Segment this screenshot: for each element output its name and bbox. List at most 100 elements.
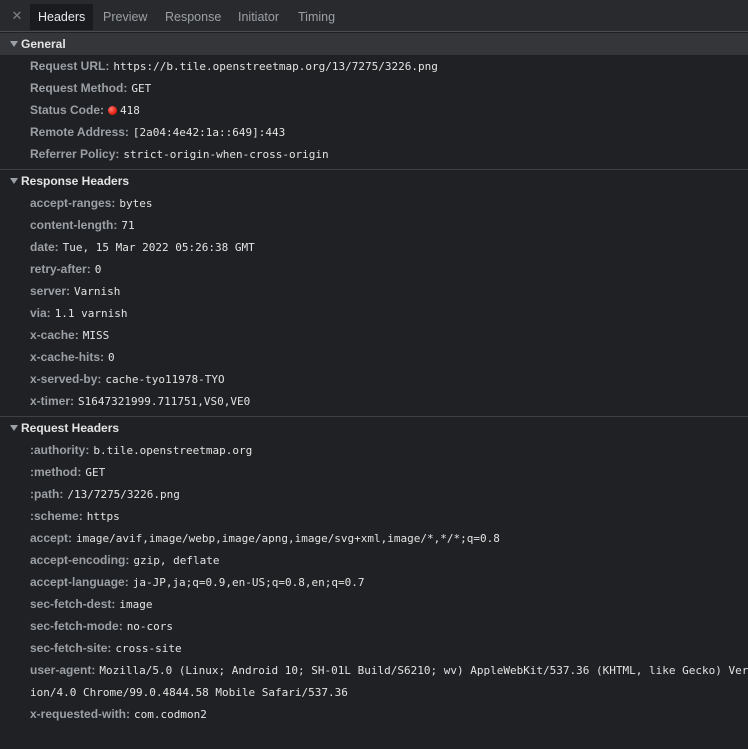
header-row: x-served-by: cache-tyo11978-TYO bbox=[0, 368, 748, 390]
header-row-x-requested-with: x-requested-with: com.codmon2 bbox=[0, 703, 748, 725]
header-value[interactable]: image bbox=[119, 598, 152, 611]
header-row: sec-fetch-mode: no-cors bbox=[0, 615, 748, 637]
header-row: retry-after: 0 bbox=[0, 258, 748, 280]
header-value[interactable]: GET bbox=[85, 466, 105, 479]
request-headers-section-header[interactable]: Request Headers bbox=[0, 417, 748, 439]
header-value[interactable]: /13/7275/3226.png bbox=[67, 488, 180, 501]
header-value[interactable]: 1.1 varnish bbox=[55, 307, 128, 320]
header-value[interactable]: https bbox=[87, 510, 120, 523]
general-row-remote-address: Remote Address: [2a04:4e42:1a::649]:443 bbox=[0, 121, 748, 143]
header-name: server: bbox=[30, 284, 71, 298]
request-header-rows: :authority: b.tile.openstreetmap.org :met… bbox=[0, 439, 748, 729]
header-name: Referrer Policy: bbox=[30, 147, 120, 161]
header-name: x-requested-with: bbox=[30, 707, 131, 721]
response-header-rows: accept-ranges: bytes content-length: 71 da… bbox=[0, 192, 748, 416]
triangle-down-icon bbox=[10, 178, 18, 184]
general-row-status-code: Status Code: 418 bbox=[0, 99, 748, 121]
header-name: :method: bbox=[30, 465, 82, 479]
tab-preview[interactable]: Preview bbox=[95, 4, 155, 30]
tab-response[interactable]: Response bbox=[157, 4, 229, 30]
header-name: accept-language: bbox=[30, 575, 129, 589]
header-name: Status Code: bbox=[30, 103, 105, 117]
header-value-continued[interactable]: ion/4.0 Chrome/99.0.4844.58 Mobile Safar… bbox=[30, 686, 348, 699]
header-value[interactable]: GET bbox=[131, 82, 151, 95]
general-row-request-method: Request Method: GET bbox=[0, 77, 748, 99]
header-row: via: 1.1 varnish bbox=[0, 302, 748, 324]
tab-timing[interactable]: Timing bbox=[290, 4, 343, 30]
header-value[interactable]: 0 bbox=[95, 263, 102, 276]
general-section-header[interactable]: General bbox=[0, 33, 748, 55]
header-name: x-served-by: bbox=[30, 372, 102, 386]
header-row: x-timer: S1647321999.711751,VS0,VE0 bbox=[0, 390, 748, 412]
header-row: sec-fetch-site: cross-site bbox=[0, 637, 748, 659]
triangle-down-icon bbox=[10, 425, 18, 431]
header-value[interactable]: cache-tyo11978-TYO bbox=[105, 373, 224, 386]
header-name: accept-ranges: bbox=[30, 196, 116, 210]
header-row: accept-encoding: gzip, deflate bbox=[0, 549, 748, 571]
header-row: accept-language: ja-JP,ja;q=0.9,en-US;q=0… bbox=[0, 571, 748, 593]
response-headers-section-header[interactable]: Response Headers bbox=[0, 170, 748, 192]
request-headers-section: Request Headers :authority: b.tile.openst… bbox=[0, 417, 748, 729]
header-row: :path:/13/7275/3226.png bbox=[0, 483, 748, 505]
header-row: x-cache: MISS bbox=[0, 324, 748, 346]
close-icon[interactable]: ✕ bbox=[10, 9, 24, 23]
header-name: user-agent: bbox=[30, 663, 96, 677]
header-value[interactable]: com.codmon2 bbox=[134, 708, 207, 721]
header-value[interactable]: image/avif,image/webp,image/apng,image/s… bbox=[76, 532, 500, 545]
headers-content: General Request URL: https://b.tile.opens… bbox=[0, 33, 748, 729]
header-name: Request Method: bbox=[30, 81, 128, 95]
header-value[interactable]: [2a04:4e42:1a::649]:443 bbox=[133, 126, 285, 139]
header-row-user-agent-continued: ion/4.0 Chrome/99.0.4844.58 Mobile Safar… bbox=[0, 681, 748, 703]
status-error-icon bbox=[108, 106, 118, 115]
header-name: Request URL: bbox=[30, 59, 110, 73]
header-row-user-agent: user-agent: Mozilla/5.0 (Linux; Android 1… bbox=[0, 659, 748, 681]
tab-bar: ✕ Headers Preview Response Initiator Tim… bbox=[0, 0, 748, 32]
devtools-network-headers-panel: ✕ Headers Preview Response Initiator Tim… bbox=[0, 0, 748, 749]
header-value[interactable]: 418 bbox=[120, 104, 140, 117]
general-section-title: General bbox=[21, 37, 66, 51]
header-row: server: Varnish bbox=[0, 280, 748, 302]
header-row: :authority: b.tile.openstreetmap.org bbox=[0, 439, 748, 461]
header-value[interactable]: 71 bbox=[121, 219, 134, 232]
header-name: :path: bbox=[30, 487, 64, 501]
header-value[interactable]: no-cors bbox=[127, 620, 173, 633]
header-row: accept-ranges: bytes bbox=[0, 192, 748, 214]
header-name: x-cache-hits: bbox=[30, 350, 105, 364]
header-name: accept: bbox=[30, 531, 73, 545]
header-name: Remote Address: bbox=[30, 125, 129, 139]
header-row: x-cache-hits: 0 bbox=[0, 346, 748, 368]
response-headers-section-title: Response Headers bbox=[21, 174, 130, 188]
header-value[interactable]: S1647321999.711751,VS0,VE0 bbox=[78, 395, 250, 408]
header-row: accept: image/avif,image/webp,image/apng,… bbox=[0, 527, 748, 549]
header-value[interactable]: bytes bbox=[119, 197, 152, 210]
request-headers-section-title: Request Headers bbox=[21, 421, 120, 435]
tab-headers[interactable]: Headers bbox=[30, 4, 94, 30]
header-name: :scheme: bbox=[30, 509, 83, 523]
header-name: date: bbox=[30, 240, 59, 254]
header-value[interactable]: b.tile.openstreetmap.org bbox=[93, 444, 252, 457]
header-value[interactable]: gzip, deflate bbox=[133, 554, 219, 567]
general-rows: Request URL: https://b.tile.openstreetmap… bbox=[0, 55, 748, 169]
header-value[interactable]: https://b.tile.openstreetmap.org/13/7275… bbox=[113, 60, 438, 73]
header-name: accept-encoding: bbox=[30, 553, 130, 567]
header-value[interactable]: cross-site bbox=[115, 642, 181, 655]
header-name: x-cache: bbox=[30, 328, 79, 342]
header-value[interactable]: ja-JP,ja;q=0.9,en-US;q=0.8,en;q=0.7 bbox=[133, 576, 365, 589]
header-row: :method: GET bbox=[0, 461, 748, 483]
header-row: date: Tue, 15 Mar 2022 05:26:38 GMT bbox=[0, 236, 748, 258]
header-name: x-timer: bbox=[30, 394, 75, 408]
header-value[interactable]: Mozilla/5.0 (Linux; Android 10; SH-01L B… bbox=[99, 664, 748, 677]
header-value[interactable]: MISS bbox=[83, 329, 110, 342]
tab-initiator[interactable]: Initiator bbox=[230, 4, 287, 30]
header-value[interactable]: strict-origin-when-cross-origin bbox=[123, 148, 328, 161]
header-name: content-length: bbox=[30, 218, 118, 232]
header-row: content-length: 71 bbox=[0, 214, 748, 236]
response-headers-section: Response Headers accept-ranges: bytes con… bbox=[0, 170, 748, 417]
header-value[interactable]: Tue, 15 Mar 2022 05:26:38 GMT bbox=[63, 241, 255, 254]
header-value[interactable]: 0 bbox=[108, 351, 115, 364]
general-row-referrer-policy: Referrer Policy: strict-origin-when-cross… bbox=[0, 143, 748, 165]
triangle-down-icon bbox=[10, 41, 18, 47]
header-value[interactable]: Varnish bbox=[74, 285, 120, 298]
header-name: sec-fetch-dest: bbox=[30, 597, 116, 611]
header-name: sec-fetch-mode: bbox=[30, 619, 123, 633]
